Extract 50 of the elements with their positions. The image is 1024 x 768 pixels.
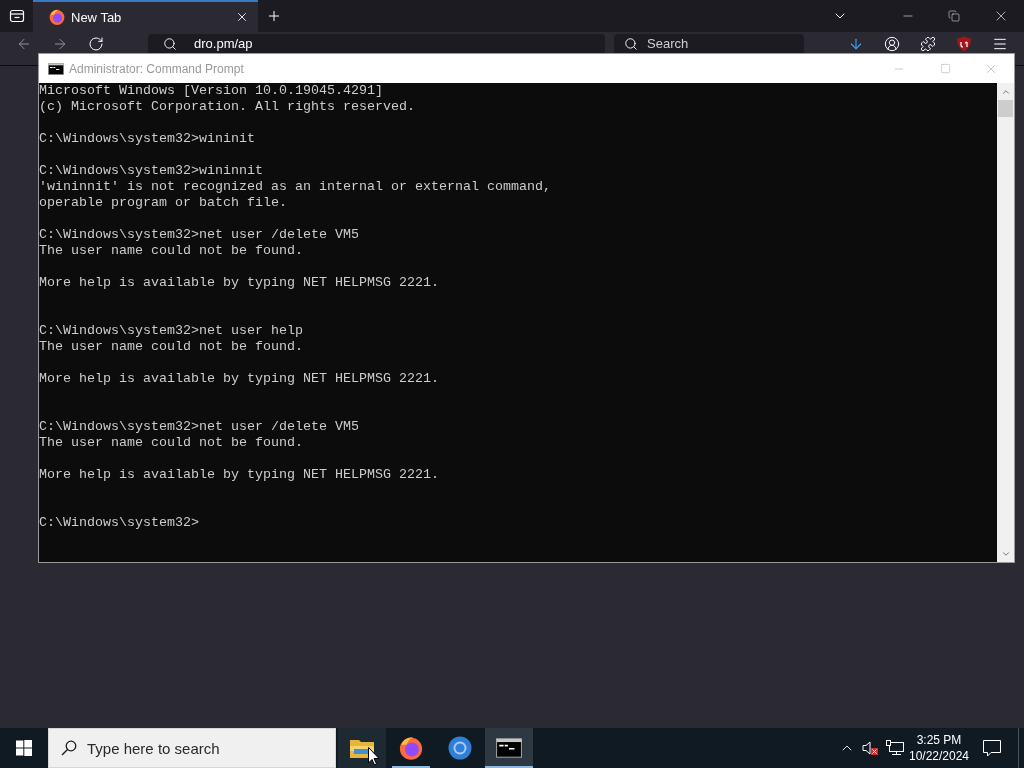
taskbar-app-button[interactable] [485,728,533,768]
console-line: Microsoft Windows [Version 10.0.19045.4291] [39,83,383,99]
browser-logo-icon [49,9,65,25]
console-line: C:\Windows\system32> [39,515,199,531]
console-line: C:\Windows\system32>net user help [39,323,303,339]
search-icon [624,36,638,51]
puzzle-icon [920,35,936,52]
search-field[interactable]: Search [614,34,804,53]
address-input[interactable]: dro.pm/ap [194,35,605,52]
close-icon [235,10,249,24]
console-line: C:\Windows\system32>net user /delete VM5 [39,419,359,435]
reload-icon [88,35,104,52]
search-box[interactable]: Type here to search [48,728,336,768]
notification-icon [983,739,1001,757]
console-line: (c) Microsoft Corporation. All rights reserved. [39,99,415,115]
browser-logo-icon [399,736,423,760]
console-line: The user name could not be found. [39,339,303,355]
restore-icon [948,10,960,22]
console-line: More help is available by typing NET HELPMSG 2221. [39,371,439,387]
shield-icon [956,35,972,52]
console-line: 'wininnit' is not recognized as an internal or external command, [39,179,551,195]
ring-logo-icon [448,736,472,760]
mouse-pointer-icon [368,747,380,766]
search-input[interactable]: Search [647,35,804,52]
console-line: The user name could not be found. [39,435,303,451]
console-line: More help is available by typing NET HELPMSG 2221. [39,275,439,291]
terminal-icon [48,62,64,75]
console-line: The user name could not be found. [39,243,303,259]
four-squares-icon [16,740,32,756]
maximize-icon [939,63,951,74]
network-monitor-icon [886,740,904,756]
console-line: C:\Windows\system32>wininit [39,131,255,147]
search-input[interactable]: Type here to search [87,739,335,757]
terminal-icon [496,738,522,758]
clock-button[interactable]: 3:25 PM 10/22/2024 [908,728,970,768]
taskbar-app-button[interactable] [338,728,386,768]
tab-list-icon [8,8,25,24]
search-icon [61,740,77,756]
window-title: Administrator: Command Prompt [69,61,244,76]
plus-icon [266,8,282,24]
account-icon [884,35,900,52]
console-line: More help is available by typing NET HELPMSG 2221. [39,467,439,483]
scrollbar-thumb[interactable] [998,100,1013,117]
console-line: C:\Windows\system32>wininnit [39,163,263,179]
scrollbar-track[interactable] [997,83,1014,562]
browser-tab[interactable]: New Tab [33,0,258,32]
address-field[interactable]: dro.pm/ap [148,34,605,53]
search-icon [163,36,177,51]
console-line: operable program or batch file. [39,195,287,211]
console-line: C:\Windows\system32>net user /delete VM5 [39,227,359,243]
